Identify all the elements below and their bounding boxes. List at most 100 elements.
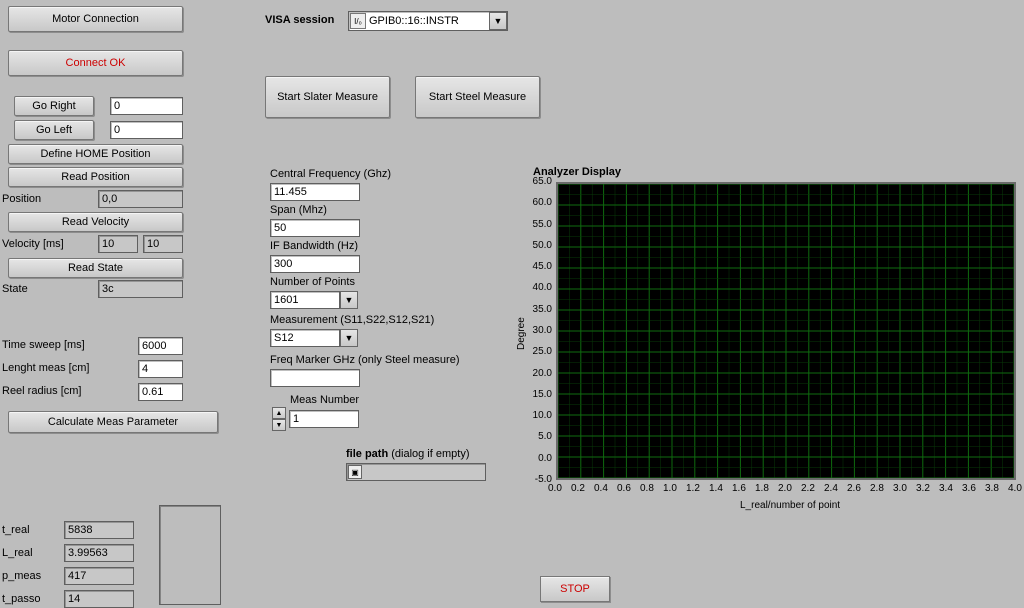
time-sweep-input[interactable] — [138, 337, 183, 355]
y-tick: 5.0 — [526, 431, 552, 442]
t-passo-value: 14 — [64, 590, 134, 608]
span-label: Span (Mhz) — [270, 204, 327, 216]
x-tick: 3.0 — [893, 483, 907, 494]
x-tick: 3.6 — [962, 483, 976, 494]
y-tick: 15.0 — [526, 389, 552, 400]
meas-number-spinner[interactable]: ▲ ▼ — [272, 407, 286, 431]
go-right-value-input[interactable] — [110, 97, 183, 115]
y-tick: 40.0 — [526, 282, 552, 293]
visa-dropdown-icon[interactable]: ▼ — [489, 12, 507, 30]
x-tick: 1.0 — [663, 483, 677, 494]
x-tick: 2.4 — [824, 483, 838, 494]
y-tick: 65.0 — [526, 176, 552, 187]
measurement-dropdown-icon[interactable]: ▼ — [340, 329, 358, 347]
p-meas-label: p_meas — [2, 570, 41, 582]
L-real-label: L_real — [2, 547, 33, 559]
read-velocity-button[interactable]: Read Velocity — [8, 212, 183, 232]
num-points-dropdown-icon[interactable]: ▼ — [340, 291, 358, 309]
file-browse-icon[interactable]: ▣ — [348, 465, 362, 479]
x-tick: 1.2 — [686, 483, 700, 494]
measurement-input[interactable] — [270, 329, 340, 347]
y-tick: 55.0 — [526, 219, 552, 230]
central-freq-label: Central Frequency (Ghz) — [270, 168, 391, 180]
y-tick: 25.0 — [526, 346, 552, 357]
velocity-value-2: 10 — [143, 235, 183, 253]
t-real-value: 5838 — [64, 521, 134, 539]
measurement-label: Measurement (S11,S22,S12,S21) — [270, 314, 434, 326]
L-real-value: 3.99563 — [64, 544, 134, 562]
x-tick: 3.2 — [916, 483, 930, 494]
x-tick: 4.0 — [1008, 483, 1022, 494]
velocity-label: Velocity [ms] — [2, 238, 64, 250]
y-tick: 20.0 — [526, 368, 552, 379]
x-tick: 1.6 — [732, 483, 746, 494]
analyzer-chart — [556, 182, 1016, 480]
meas-number-label: Meas Number — [290, 394, 359, 406]
x-tick: 0.8 — [640, 483, 654, 494]
x-tick: 0.6 — [617, 483, 631, 494]
length-meas-input[interactable] — [138, 360, 183, 378]
go-right-button[interactable]: Go Right — [14, 96, 94, 116]
x-tick: 3.4 — [939, 483, 953, 494]
reel-radius-input[interactable] — [138, 383, 183, 401]
y-tick: 10.0 — [526, 410, 552, 421]
t-passo-label: t_passo — [2, 593, 41, 605]
x-tick: 2.8 — [870, 483, 884, 494]
y-tick: 0.0 — [526, 453, 552, 464]
start-steel-button[interactable]: Start Steel Measure — [415, 76, 540, 118]
start-slater-button[interactable]: Start Slater Measure — [265, 76, 390, 118]
x-tick: 2.2 — [801, 483, 815, 494]
y-tick: 35.0 — [526, 304, 552, 315]
stop-button[interactable]: STOP — [540, 576, 610, 602]
chart-x-axis-label: L_real/number of point — [740, 500, 840, 511]
position-label: Position — [2, 193, 41, 205]
visa-session-combo[interactable]: I/₀ GPIB0::16::INSTR ▼ — [348, 11, 508, 31]
y-tick: 60.0 — [526, 197, 552, 208]
p-meas-value: 417 — [64, 567, 134, 585]
chart-grid — [558, 184, 1014, 478]
io-session-icon: I/₀ — [350, 13, 366, 29]
num-points-input[interactable] — [270, 291, 340, 309]
velocity-value-1: 10 — [98, 235, 138, 253]
read-state-button[interactable]: Read State — [8, 258, 183, 278]
y-tick: 50.0 — [526, 240, 552, 251]
position-value: 0,0 — [98, 190, 183, 208]
meas-number-input[interactable] — [289, 410, 359, 428]
motor-connection-button[interactable]: Motor Connection — [8, 6, 183, 32]
t-real-label: t_real — [2, 524, 30, 536]
x-tick: 0.0 — [548, 483, 562, 494]
spinner-down-icon[interactable]: ▼ — [272, 419, 286, 431]
span-input[interactable] — [270, 219, 360, 237]
result-panel — [159, 505, 221, 605]
freq-marker-input[interactable] — [270, 369, 360, 387]
file-path-input[interactable]: ▣ — [346, 463, 486, 481]
if-bw-input[interactable] — [270, 255, 360, 273]
visa-session-label: VISA session — [265, 14, 334, 26]
go-left-button[interactable]: Go Left — [14, 120, 94, 140]
num-points-label: Number of Points — [270, 276, 355, 288]
x-tick: 0.2 — [571, 483, 585, 494]
state-value: 3c — [98, 280, 183, 298]
state-label: State — [2, 283, 28, 295]
central-freq-input[interactable] — [270, 183, 360, 201]
y-tick: 45.0 — [526, 261, 552, 272]
connect-ok-button[interactable]: Connect OK — [8, 50, 183, 76]
x-tick: 1.4 — [709, 483, 723, 494]
spinner-up-icon[interactable]: ▲ — [272, 407, 286, 419]
if-bw-label: IF Bandwidth (Hz) — [270, 240, 358, 252]
length-meas-label: Lenght meas [cm] — [2, 362, 89, 374]
x-tick: 3.8 — [985, 483, 999, 494]
define-home-button[interactable]: Define HOME Position — [8, 144, 183, 164]
calculate-meas-button[interactable]: Calculate Meas Parameter — [8, 411, 218, 433]
freq-marker-label: Freq Marker GHz (only Steel measure) — [270, 354, 460, 366]
x-tick: 0.4 — [594, 483, 608, 494]
x-tick: 2.0 — [778, 483, 792, 494]
reel-radius-label: Reel radius [cm] — [2, 385, 81, 397]
chart-y-axis-label: Degree — [516, 317, 527, 350]
go-left-value-input[interactable] — [110, 121, 183, 139]
visa-session-value: GPIB0::16::INSTR — [367, 15, 489, 27]
x-tick: 2.6 — [847, 483, 861, 494]
file-path-label: file path (dialog if empty) — [346, 448, 470, 460]
read-position-button[interactable]: Read Position — [8, 167, 183, 187]
y-tick: 30.0 — [526, 325, 552, 336]
